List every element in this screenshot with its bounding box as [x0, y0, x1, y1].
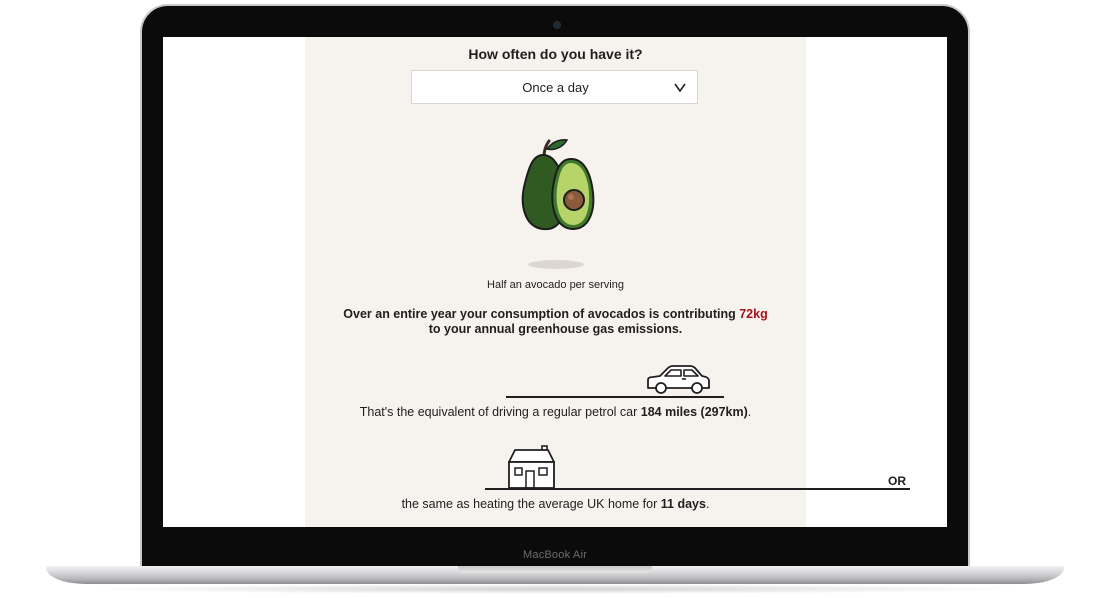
summary-suffix: to your annual greenhouse gas emissions.: [428, 322, 683, 336]
avocado-icon: [521, 139, 595, 231]
chevron-down-icon[interactable]: [673, 80, 687, 94]
avocado-shadow: [528, 260, 584, 269]
emissions-summary: Over an entire year your consumption of …: [325, 307, 786, 337]
car-road-line: [506, 396, 724, 398]
home-duration: 11 days: [660, 497, 706, 511]
camera-icon: [553, 21, 561, 29]
stage: How often do you have it? Once a day Hal…: [0, 0, 1110, 598]
laptop-screen: How often do you have it? Once a day Hal…: [163, 37, 947, 527]
calculator-panel: How often do you have it? Once a day Hal…: [305, 37, 910, 527]
home-equivalent-suffix: .: [705, 497, 710, 511]
home-equivalent-prefix: the same as heating the average UK home …: [401, 497, 658, 511]
laptop-shadow: [80, 584, 1030, 594]
frequency-select[interactable]: Once a day: [411, 70, 698, 104]
device-label: MacBook Air: [523, 549, 587, 561]
home-equivalent: the same as heating the average UK home …: [305, 497, 806, 511]
car-equivalent: That's the equivalent of driving a regul…: [305, 405, 806, 419]
or-label: OR: [888, 474, 906, 488]
house-ground-line: [485, 488, 910, 490]
frequency-select-value: Once a day: [522, 80, 589, 95]
car-distance: 184 miles (297km): [640, 405, 748, 419]
summary-prefix: Over an entire year your consumption of …: [343, 307, 736, 321]
laptop-notch: [458, 566, 652, 573]
emissions-amount: 72kg: [739, 307, 768, 321]
car-equivalent-prefix: That's the equivalent of driving a regul…: [359, 405, 638, 419]
house-icon: [508, 445, 555, 489]
serving-label: Half an avocado per serving: [487, 279, 624, 291]
frequency-question: How often do you have it?: [468, 46, 643, 62]
car-equivalent-suffix: .: [747, 405, 752, 419]
car-icon: [647, 365, 710, 394]
